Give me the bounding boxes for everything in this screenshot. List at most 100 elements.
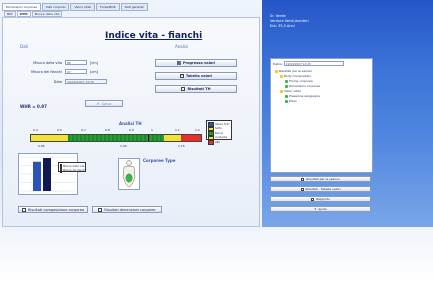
tree-item-label: Risultati per le sezioni — [279, 69, 313, 73]
report-icon — [181, 87, 186, 91]
tree-date-label: Datos: — [273, 61, 283, 66]
hip-unit: [cm] — [90, 70, 99, 74]
leaf-icon — [285, 84, 288, 88]
scale-bottom-labels: 0.85 1.00 1.15 — [30, 144, 202, 149]
legend-label: Valore 0.97 — [215, 122, 230, 126]
table-values-button[interactable]: Tabella valori — [155, 72, 237, 80]
date-field[interactable]: 19/04/2007 13:25 — [65, 79, 107, 84]
progress-values-label: Progresso valori — [182, 61, 216, 65]
tree-item-label: Valori vitali — [284, 89, 301, 93]
scale-bottom-label: 1.00 — [120, 144, 127, 148]
scale-legend: Valore 0.97 Sotto Buono Incidente Alto — [206, 120, 232, 145]
save-button[interactable]: ✔ Salva — [85, 100, 123, 107]
body-silhouette-icon — [122, 160, 136, 188]
results-tree: Datos: 19/04/2007 13:25 Risultati per le… — [270, 58, 373, 173]
tree-item[interactable]: Dimensioni corporee — [285, 84, 320, 88]
scale-low-segment — [31, 135, 69, 141]
body-chart — [18, 153, 78, 195]
tree-date-row: Datos: 19/04/2007 13:25 — [273, 61, 344, 66]
tab-dati-generali[interactable]: Dati generali — [120, 3, 148, 11]
tree-item[interactable]: Risultati per le sezioni — [275, 69, 312, 73]
table-icon — [179, 74, 184, 78]
tab-dimensioni-corporee[interactable]: Dimensioni corporee — [2, 3, 42, 11]
scale-tick: 1 — [151, 128, 153, 132]
tree-date-select[interactable]: 19/04/2007 13:25 — [283, 61, 344, 66]
results-th-button[interactable]: Risultati TH — [155, 85, 237, 93]
tab-dati-corporei[interactable]: Dati corporei — [42, 3, 70, 11]
report-icon — [22, 207, 26, 212]
legend-item: Misura dei fianchi — [60, 168, 86, 173]
patient-age: Età: 35,5 Anni — [270, 24, 295, 28]
date-label: Data — [53, 80, 62, 84]
tree-item-label: Polso — [289, 99, 297, 103]
body-chart-legend: Misura della vita Misura dei fianchi — [58, 162, 86, 173]
check-icon: ✔ — [96, 101, 100, 106]
tree-item-label: Pressione sanguigna — [289, 94, 320, 98]
tree-item[interactable]: Forma corporea — [285, 79, 313, 83]
tree-item-label: Body Composition — [284, 74, 312, 78]
results-th-label: Risultati TH — [187, 87, 211, 91]
section-results-button[interactable]: Risultati per le sezioni — [270, 176, 371, 182]
tree-item[interactable]: Valori vitali — [280, 89, 301, 93]
waist-label: Misura della vita — [33, 61, 62, 65]
progress-values-button[interactable]: Progresso valori — [155, 59, 237, 67]
waist-input[interactable]: 86 — [65, 60, 87, 65]
body-composition-results-label: Risultati composizione corporea — [28, 207, 84, 212]
legend-item: Misura della vita — [60, 164, 84, 169]
body-type-figure — [118, 158, 140, 190]
tab-valori-vitali[interactable]: Valori vitali — [70, 3, 96, 11]
scale-good-segment — [68, 135, 164, 141]
report-button[interactable]: Rapporto — [270, 196, 371, 202]
section-data-label: Dati — [20, 44, 29, 49]
tree-item[interactable]: Polso — [285, 99, 297, 103]
tree-item-label: Dimensioni corporee — [289, 84, 321, 88]
scale-ticks: 0.4 0.5 0.7 0.8 0.9 1 1.1 1.2 — [33, 128, 201, 133]
leaf-icon — [285, 79, 288, 83]
body-dimensions-results-button[interactable]: Risultati dimensioni corporee — [92, 206, 162, 213]
hip-label: Misura dei fianchi — [31, 70, 62, 74]
legend-swatch — [208, 140, 214, 145]
section-results-label: Risultati per le sezioni — [306, 177, 340, 181]
report-icon — [311, 197, 315, 201]
legend-swatch — [60, 168, 62, 173]
hip-input[interactable]: 97 — [65, 69, 87, 74]
legend-label: Misura della vita — [63, 164, 85, 168]
report-icon — [301, 177, 305, 181]
body-chart-svg — [21, 156, 75, 192]
tab-forza-bok[interactable]: Forza/BOK — [96, 3, 120, 11]
tree-item[interactable]: Pressione sanguigna — [285, 94, 320, 98]
analysis-title: Analisi TH — [119, 121, 142, 126]
section-analysis-label: Analisi — [175, 44, 189, 49]
results-table-button[interactable]: Risultati - Tabella valori — [270, 186, 371, 192]
body-composition-results-button[interactable]: Risultati composizione corporea — [18, 206, 88, 213]
scale-tick: 0.5 — [57, 128, 62, 132]
folder-icon — [280, 89, 283, 93]
page-title: Indice vita - fianchi — [105, 31, 203, 41]
leaf-icon — [285, 94, 288, 98]
table-values-label: Tabella valori — [185, 74, 213, 78]
report-label: Rapporto — [316, 197, 330, 201]
scale-tick: 0.8 — [105, 128, 110, 132]
save-label: Salva — [101, 101, 112, 106]
results-table-label: Risultati - Tabella valori — [305, 187, 341, 191]
waist-unit: [cm] — [90, 61, 99, 65]
legend-label: Misura dei fianchi — [63, 169, 86, 173]
leaf-icon — [285, 99, 288, 103]
scale-tick: 0.7 — [81, 128, 86, 132]
folder-icon — [275, 69, 278, 73]
legend-label: Sotto — [215, 127, 222, 131]
report-icon — [98, 207, 103, 212]
scale-danger-segment — [180, 135, 201, 141]
scale-bottom-label: 0.85 — [38, 144, 45, 148]
whr-scale-bar — [30, 134, 202, 142]
help-button[interactable]: ? Ajuda — [270, 206, 371, 212]
legend-label: Buono — [215, 131, 224, 135]
chart-bar — [43, 158, 51, 191]
legend-label: Incidente — [215, 136, 228, 140]
legend-item: Alto — [208, 140, 230, 145]
scale-tick: 0.4 — [33, 128, 38, 132]
body-type-label: Corporee Type — [143, 158, 176, 163]
patient-header: Sr. Verde Verdura Verdi-monteri Età: 35,… — [270, 14, 309, 29]
scale-bottom-label: 1.15 — [178, 144, 185, 148]
tree-item[interactable]: Body Composition — [280, 74, 311, 78]
